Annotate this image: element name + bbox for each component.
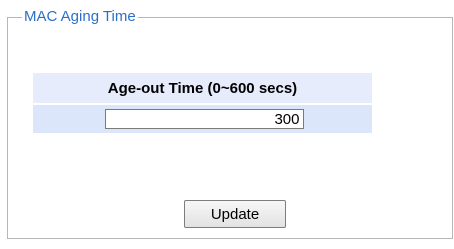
age-out-table: Age-out Time (0~600 secs) <box>33 73 372 133</box>
age-out-time-input[interactable] <box>104 109 304 129</box>
update-button[interactable]: Update <box>184 200 286 228</box>
age-out-value-row <box>33 105 372 133</box>
fieldset-legend: MAC Aging Time <box>22 7 138 27</box>
age-out-time-header: Age-out Time (0~600 secs) <box>33 73 372 103</box>
